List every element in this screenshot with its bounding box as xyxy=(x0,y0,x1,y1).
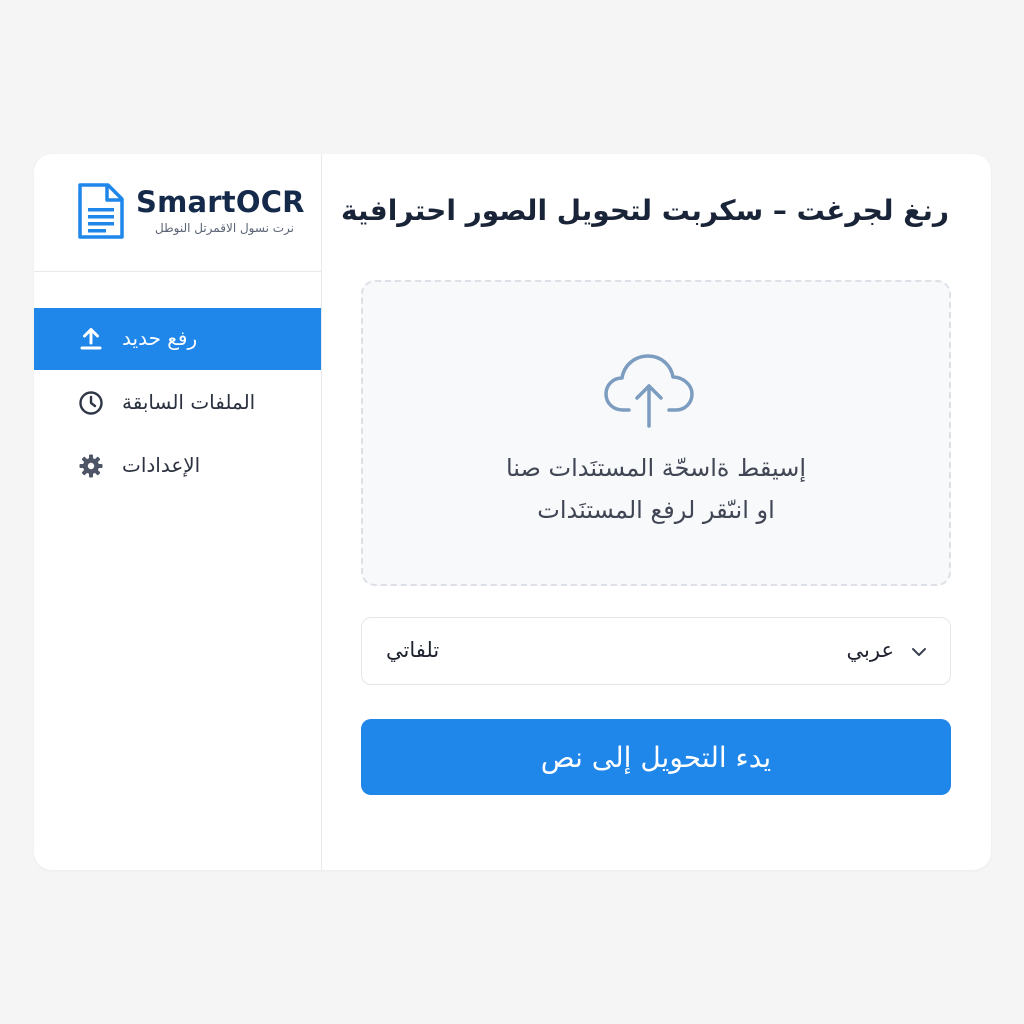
sidebar-item-new-upload[interactable]: رفع حديد xyxy=(34,308,321,370)
sidebar-item-label: الملفات السابقة xyxy=(122,390,256,414)
start-conversion-button[interactable]: يدء التحويل إلى نص xyxy=(361,719,951,795)
file-dropzone[interactable]: إسيقط ةاسحّة المستنَدات صنا او انىّقر لر… xyxy=(361,280,951,586)
gear-icon xyxy=(79,454,103,478)
clock-icon xyxy=(79,391,103,415)
language-select-value: عربي xyxy=(846,638,894,662)
brand-subtitle: نرت نسول الاقمرتل النوطل xyxy=(154,221,294,235)
main-panel: رنغ لجرغت – سكربت لتحويل الصور احترافية … xyxy=(322,154,991,870)
sidebar-item-label: رفع حديد xyxy=(122,326,198,350)
sidebar-item-previous-files[interactable]: الملفات السابقة xyxy=(34,372,321,434)
sidebar-item-label: الإعدادات xyxy=(122,453,201,477)
language-select-secondary: تلفاتي xyxy=(386,638,440,662)
brand-header: SmartOCR نرت نسول الاقمرتل النوطل xyxy=(34,154,321,272)
brand-name: SmartOCR xyxy=(136,185,305,219)
upload-icon xyxy=(80,328,102,350)
dropzone-instruction-line2: او انىّقر لرفع المستنَدات xyxy=(537,496,775,524)
cloud-upload-icon xyxy=(604,354,694,428)
page-title: رنغ لجرغت – سكربت لتحويل الصور احترافية xyxy=(340,194,949,227)
sidebar: SmartOCR نرت نسول الاقمرتل النوطل رفع حد… xyxy=(34,154,322,870)
language-select[interactable]: تلفاتي عربي xyxy=(361,617,951,685)
dropzone-instruction-line1: إسيقط ةاسحّة المستنَدات صنا xyxy=(505,454,807,482)
chevron-down-icon xyxy=(912,648,926,656)
document-icon xyxy=(78,183,124,239)
app-card: SmartOCR نرت نسول الاقمرتل النوطل رفع حد… xyxy=(34,154,991,870)
sidebar-item-settings[interactable]: الإعدادات xyxy=(34,435,321,497)
